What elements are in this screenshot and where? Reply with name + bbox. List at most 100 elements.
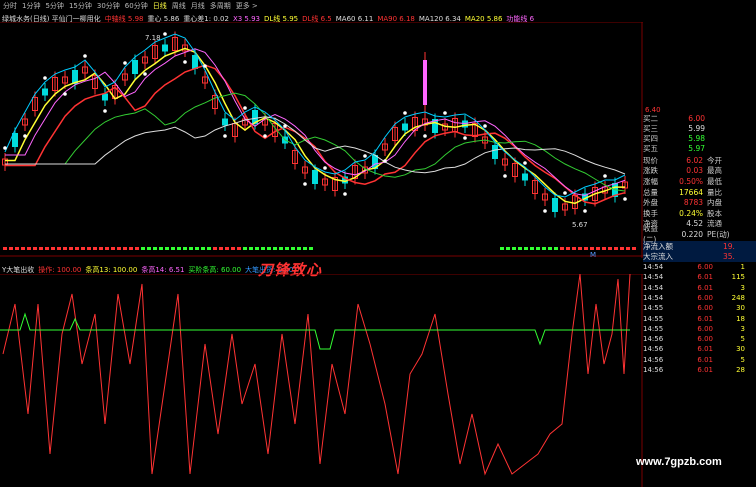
signal-dot: [363, 154, 367, 158]
signal-bar: [21, 247, 25, 250]
signal-bar: [207, 247, 211, 250]
signal-bar: [249, 247, 253, 250]
tick-price: 6.00: [697, 293, 713, 302]
quote-value: 0.50%: [679, 176, 703, 186]
quote-key-2: 最低: [707, 176, 722, 186]
signal-bar: [285, 247, 289, 250]
quote-value: 4.52: [686, 219, 703, 229]
signal-bar: [39, 247, 43, 250]
money-flow: 净流入额 19. 大宗流入 35.: [643, 240, 756, 262]
order-book: 买二 6.00 买三 5.99 买四 5.98 买五 5.97: [643, 113, 756, 153]
signal-bar: [273, 247, 277, 250]
tick-row: 14:55 6.01 18: [643, 313, 756, 323]
signal-dot: [583, 209, 587, 213]
signal-bar: [63, 247, 67, 250]
candle-body: [492, 145, 498, 159]
candle-body: [132, 60, 138, 74]
tick-volume: 30: [736, 304, 745, 313]
order-book-row: 买二 6.00: [643, 113, 756, 123]
period-tab[interactable]: 多周期: [210, 1, 231, 11]
signal-bar: [177, 247, 181, 250]
signal-bar: [566, 247, 570, 250]
tick-row: 14:55 6.00 30: [643, 303, 756, 313]
period-tab[interactable]: 15分钟: [69, 1, 92, 11]
candle-body: [402, 123, 408, 131]
candle-body: [192, 55, 198, 69]
signal-bar: [267, 247, 271, 250]
period-tab[interactable]: 1分钟: [22, 1, 40, 11]
signal-bar: [578, 247, 582, 250]
tick-price: 6.01: [697, 314, 713, 323]
order-book-row: 买五 5.97: [643, 143, 756, 153]
tick-price: 6.00: [697, 335, 713, 344]
signal-bar: [554, 247, 558, 250]
period-tab[interactable]: 60分钟: [125, 1, 148, 11]
period-tab[interactable]: 30分钟: [97, 1, 120, 11]
signal-dot: [523, 161, 527, 165]
tick-volume: 5: [740, 335, 745, 344]
signal-bar: [213, 247, 217, 250]
signal-bar: [183, 247, 187, 250]
quote-key-2: 股本: [707, 208, 722, 218]
signal-bar: [506, 247, 510, 250]
signal-bar: [105, 247, 109, 250]
period-tab[interactable]: 更多 >: [236, 1, 258, 11]
signal-bar: [87, 247, 91, 250]
period-tab[interactable]: 周线: [172, 1, 186, 11]
signal-dot: [223, 134, 227, 138]
period-tab[interactable]: 日线: [153, 1, 167, 11]
period-tab[interactable]: 月线: [191, 1, 205, 11]
signal-bar: [237, 247, 241, 250]
tick-row: 14:54 6.00 1: [643, 262, 756, 272]
signal-bar: [291, 247, 295, 250]
signal-bar: [279, 247, 283, 250]
order-price: 5.98: [688, 133, 705, 143]
quote-key: 总量: [643, 187, 658, 197]
tick-time: 14:55: [643, 304, 664, 313]
period-tab[interactable]: 分时: [3, 1, 17, 11]
signal-bar: [75, 247, 79, 250]
tick-row: 14:56 6.00 5: [643, 334, 756, 344]
signal-bar: [129, 247, 133, 250]
signal-dot: [243, 106, 247, 110]
quote-value: 8783: [683, 198, 703, 208]
signal-bar: [632, 247, 636, 250]
signal-dot: [163, 32, 167, 36]
tick-time: 14:55: [643, 324, 664, 333]
tick-row: 14:54 6.01 3: [643, 283, 756, 293]
signal-dot: [423, 134, 427, 138]
tick-row: 14:56 6.01 30: [643, 344, 756, 354]
quote-row: 涨幅 0.50% 最低: [643, 176, 756, 187]
oscillator-chart[interactable]: [0, 274, 643, 487]
tick-row: 14:56 6.01 28: [643, 365, 756, 375]
flow-key: 净流入额: [643, 241, 673, 251]
tick-list[interactable]: 14:54 6.00 1 14:54 6.01 115 14:54 6.01 3 14:54 6.0…: [643, 262, 756, 375]
signal-bar: [57, 247, 61, 250]
order-book-row: 买三 5.99: [643, 123, 756, 133]
order-book-row: 买四 5.98: [643, 133, 756, 143]
signal-dot: [3, 146, 7, 150]
signal-bar: [9, 247, 13, 250]
quote-key: 外盘: [643, 198, 658, 208]
signal-dot: [143, 72, 147, 76]
signal-bar: [572, 247, 576, 250]
signal-bar: [159, 247, 163, 250]
signal-bar: [261, 247, 265, 250]
tick-volume: 18: [736, 314, 745, 323]
flow-key: 大宗流入: [643, 252, 673, 262]
quote-key-2: 流通: [707, 219, 722, 229]
signal-bar: [147, 247, 151, 250]
site-url: www.7gpzb.com: [636, 456, 722, 468]
tick-price: 6.01: [697, 366, 713, 375]
period-tab[interactable]: 5分钟: [45, 1, 63, 11]
high-label: 7.18: [145, 34, 161, 42]
tick-time: 14:54: [643, 273, 664, 282]
signal-bar: [81, 247, 85, 250]
signal-bar: [153, 247, 157, 250]
tick-volume: 248: [731, 293, 745, 302]
quote-key: 涨跌: [643, 166, 658, 176]
tick-row: 14:56 6.01 5: [643, 355, 756, 365]
tick-price: 6.00: [697, 304, 713, 313]
candle-body: [423, 60, 427, 105]
candlestick-chart[interactable]: 7.18 5.67 M: [0, 22, 643, 258]
